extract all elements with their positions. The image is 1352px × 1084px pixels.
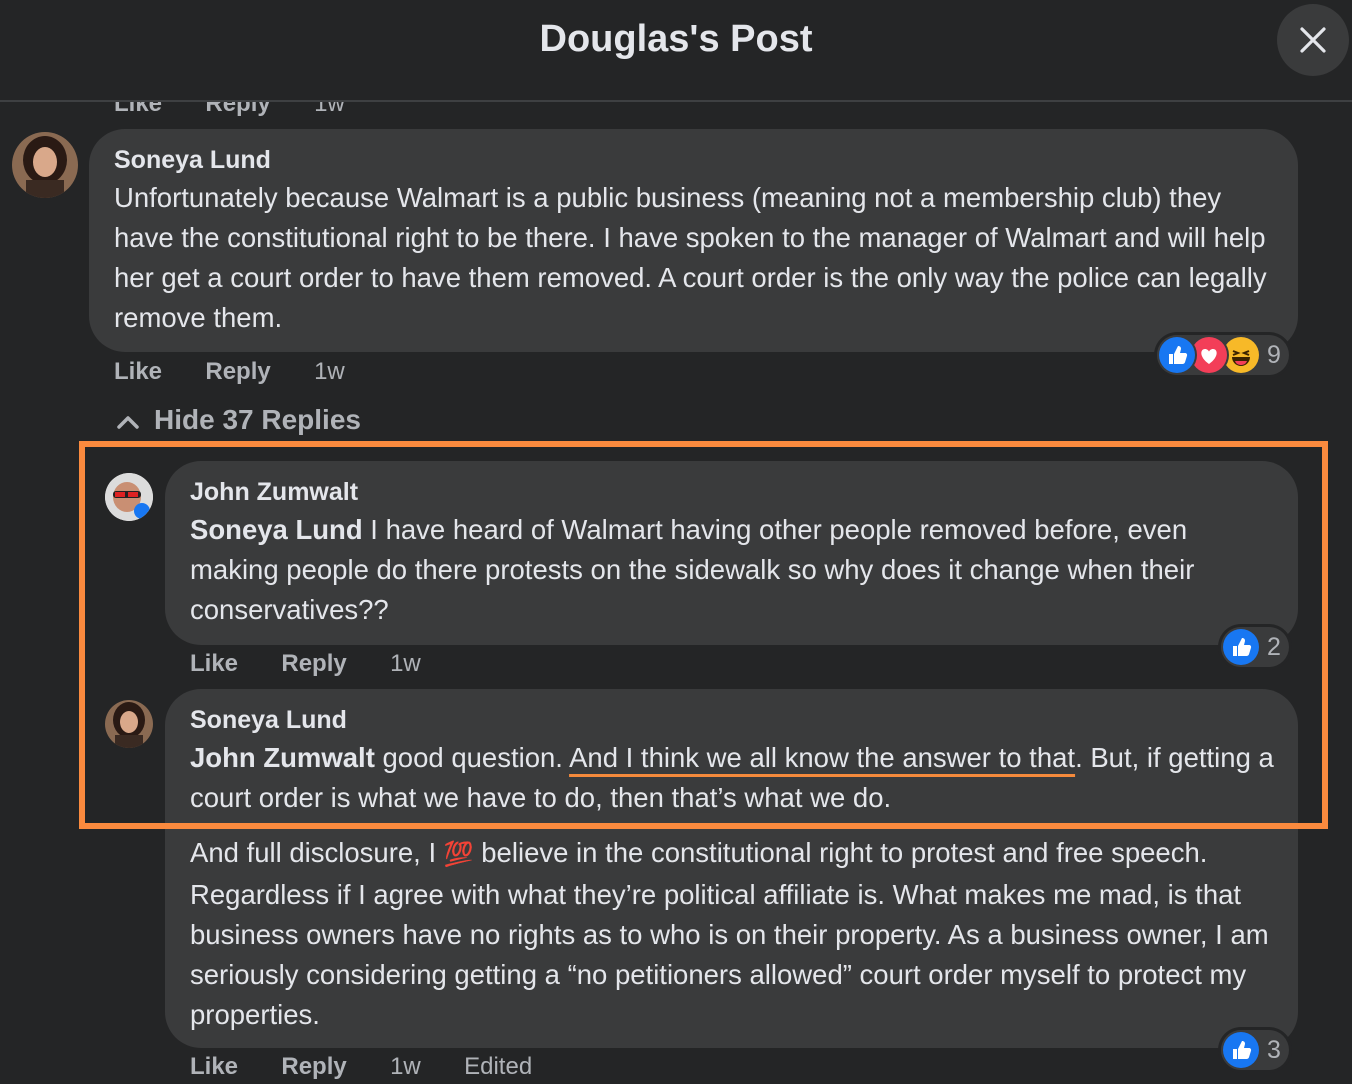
like-icon [1223, 1032, 1259, 1068]
comment-author[interactable]: Soneya Lund [114, 146, 271, 175]
haha-icon [1223, 337, 1259, 373]
reply-text-paragraph: And full disclosure, I 💯 believe in the … [190, 833, 1280, 1035]
chevron-up-icon [117, 415, 139, 429]
hundred-points-emoji: 💯 [443, 841, 474, 868]
paragraph-before: And full disclosure, I [190, 837, 444, 868]
close-button[interactable] [1277, 4, 1349, 76]
love-icon [1191, 337, 1227, 373]
reply-link[interactable]: Reply [281, 1053, 346, 1080]
edited-label[interactable]: Edited [464, 1053, 532, 1080]
highlight-annotation [79, 441, 1328, 829]
like-link[interactable]: Like [190, 1053, 238, 1080]
reply-actions: Like Reply 1w Edited [190, 1053, 532, 1081]
reaction-count: 9 [1267, 340, 1281, 369]
hide-replies-button[interactable]: Hide 37 Replies [116, 404, 361, 436]
hide-replies-label: Hide 37 Replies [154, 404, 361, 435]
page-title: Douglas's Post [539, 18, 813, 60]
like-icon [1159, 337, 1195, 373]
close-icon [1300, 27, 1326, 53]
reaction-summary[interactable]: 9 [1157, 335, 1289, 375]
comment-text: Unfortunately because Walmart is a publi… [114, 182, 1267, 333]
reply-link[interactable]: Reply [205, 358, 270, 385]
comment-actions: Like Reply 1w [114, 358, 345, 386]
timestamp[interactable]: 1w [390, 1053, 421, 1080]
reaction-summary[interactable]: 3 [1221, 1030, 1289, 1070]
timestamp[interactable]: 1w [314, 358, 345, 385]
post-header: Douglas's Post [0, 0, 1352, 102]
like-link[interactable]: Like [114, 358, 162, 385]
reaction-count: 3 [1267, 1035, 1281, 1064]
avatar[interactable] [12, 132, 78, 198]
